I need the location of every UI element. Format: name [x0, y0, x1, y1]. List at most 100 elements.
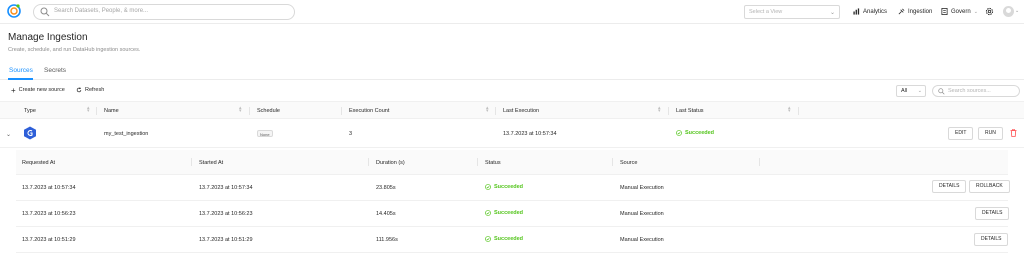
top-navigation-bar: Search Datasets, People, & more... Selec… — [0, 0, 1024, 24]
column-divider — [612, 158, 613, 166]
create-new-source-label: Create new source — [18, 87, 65, 93]
column-divider — [96, 107, 97, 115]
duration: 23.805s — [376, 185, 396, 191]
duration: 14.405s — [376, 211, 396, 217]
page-subtitle: Create, schedule, and run DataHub ingest… — [8, 47, 141, 53]
nav-analytics-label: Analytics — [863, 8, 888, 15]
table-row: 13.7.2023 at 10:56:23 13.7.2023 at 10:56… — [16, 201, 1010, 227]
column-divider — [798, 107, 799, 115]
column-header-source: Source — [620, 160, 638, 166]
global-search-input[interactable]: Search Datasets, People, & more... — [33, 4, 295, 20]
chevron-down-icon: ⌄ — [973, 8, 978, 15]
delete-icon[interactable] — [1010, 129, 1017, 137]
run-button[interactable]: RUN — [978, 127, 1003, 140]
column-header-name[interactable]: Name — [104, 108, 119, 114]
column-divider — [249, 107, 250, 115]
refresh-button[interactable]: Refresh — [76, 87, 104, 93]
search-icon — [938, 88, 945, 95]
column-header-last-execution[interactable]: Last Execution — [503, 108, 539, 114]
sort-icon[interactable]: ▴ ▾ — [788, 106, 791, 114]
column-header-duration: Duration (s) — [376, 160, 405, 166]
column-header-last-status[interactable]: Last Status — [676, 108, 704, 114]
column-divider — [341, 107, 342, 115]
column-header-status: Status — [485, 160, 501, 166]
nav-ingestion-label: Ingestion — [908, 8, 933, 15]
search-placeholder: Search Datasets, People, & more... — [54, 8, 149, 14]
execution-status-label: Succeeded — [494, 236, 524, 242]
table-row: 13.7.2023 at 10:51:29 13.7.2023 at 10:51… — [16, 227, 1009, 253]
started-at: 13.7.2023 at 10:57:34 — [199, 185, 253, 191]
analytics-icon — [853, 8, 860, 15]
search-sources-placeholder: Search sources... — [948, 88, 991, 94]
check-circle-icon — [485, 210, 491, 216]
tab-bar: Sources Secrets — [0, 64, 1024, 80]
execution-source: Manual Execution — [620, 211, 664, 217]
status-badge: Succeeded — [485, 184, 523, 190]
details-button[interactable]: DETAILS — [974, 233, 1009, 246]
last-status-label: Succeeded — [685, 130, 715, 136]
details-button[interactable]: DETAILS — [975, 207, 1010, 220]
edit-button[interactable]: EDIT — [948, 127, 974, 140]
source-filter-select[interactable]: All ⌄ — [896, 85, 926, 97]
status-badge: Succeeded — [485, 236, 523, 242]
view-select[interactable]: Select a View ⌄ — [744, 5, 840, 19]
table-row: ⌄ my_test_ingestion None 3 13.7.2023 at … — [0, 119, 1024, 148]
nav-govern[interactable]: Govern ⌄ — [941, 8, 978, 15]
column-header-started-at: Started At — [199, 160, 224, 166]
datahub-logo[interactable] — [6, 3, 22, 19]
refresh-icon — [76, 87, 82, 93]
executions-table-header: Requested At Started At Duration (s) Sta… — [16, 150, 1008, 175]
execution-status-label: Succeeded — [494, 210, 524, 216]
govern-icon — [941, 8, 948, 15]
search-sources-input[interactable]: Search sources... — [932, 85, 1020, 97]
table-row: 13.7.2023 at 10:57:34 13.7.2023 at 10:57… — [16, 175, 1010, 201]
schedule-tag: None — [257, 130, 273, 137]
sources-table-header: Type ▴ ▾ Name ▴ ▾ Schedule Execution Count… — [0, 101, 1024, 119]
chevron-down-icon: ⌄ — [829, 10, 835, 16]
search-icon — [40, 7, 50, 17]
source-name: my_test_ingestion — [104, 131, 149, 137]
column-divider — [668, 107, 669, 115]
create-new-source-button[interactable]: + Create new source — [11, 85, 65, 95]
user-avatar[interactable] — [1003, 6, 1014, 17]
sort-icon[interactable]: ▴ ▾ — [658, 106, 661, 114]
view-select-placeholder: Select a View — [749, 9, 783, 15]
check-circle-icon — [485, 184, 491, 190]
execution-source: Manual Execution — [620, 237, 664, 243]
gear-icon[interactable] — [985, 7, 994, 16]
column-divider — [495, 107, 496, 115]
column-divider — [477, 158, 478, 166]
active-tab-indicator — [8, 78, 33, 80]
execution-source: Manual Execution — [620, 185, 664, 191]
executions-table: Requested At Started At Duration (s) Sta… — [16, 150, 1010, 258]
ingestion-icon — [898, 8, 905, 15]
check-circle-icon — [485, 236, 491, 242]
last-execution: 13.7.2023 at 10:57:34 — [503, 131, 557, 137]
nav-analytics[interactable]: Analytics — [853, 8, 887, 15]
started-at: 13.7.2023 at 10:51:29 — [199, 237, 253, 243]
tab-secrets[interactable]: Secrets — [44, 67, 66, 74]
refresh-label: Refresh — [85, 87, 105, 93]
column-header-type[interactable]: Type — [24, 108, 36, 114]
requested-at: 13.7.2023 at 10:51:29 — [22, 237, 76, 243]
page-title: Manage Ingestion — [8, 32, 88, 43]
chevron-down-icon[interactable]: ⌄ — [6, 131, 11, 138]
column-divider — [759, 158, 760, 166]
column-divider — [368, 158, 369, 166]
sort-icon[interactable]: ▴ ▾ — [486, 106, 489, 114]
sort-icon[interactable]: ▴ ▾ — [87, 106, 90, 114]
sort-icon[interactable]: ▴ ▾ — [239, 106, 242, 114]
chevron-down-icon[interactable]: ⌄ — [1015, 8, 1019, 14]
glue-icon — [24, 126, 36, 140]
plus-icon: + — [11, 85, 16, 95]
rollback-button[interactable]: ROLLBACK — [969, 180, 1010, 193]
execution-status-label: Succeeded — [494, 184, 524, 190]
requested-at: 13.7.2023 at 10:56:23 — [22, 211, 76, 217]
details-button[interactable]: DETAILS — [932, 180, 967, 193]
column-header-execution-count[interactable]: Execution Count — [349, 108, 389, 114]
column-header-requested-at: Requested At — [22, 160, 56, 166]
tab-sources[interactable]: Sources — [9, 67, 33, 74]
nav-ingestion[interactable]: Ingestion — [898, 8, 932, 15]
duration: 111.956s — [376, 237, 398, 243]
started-at: 13.7.2023 at 10:56:23 — [199, 211, 253, 217]
